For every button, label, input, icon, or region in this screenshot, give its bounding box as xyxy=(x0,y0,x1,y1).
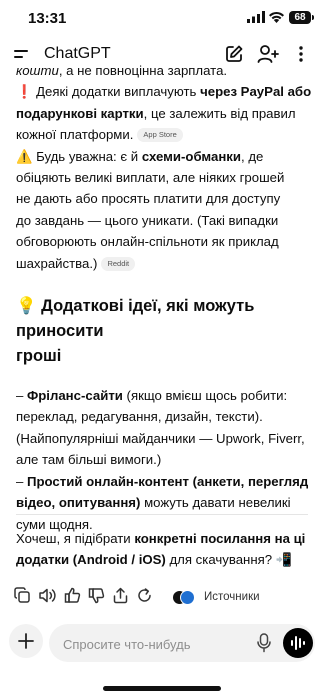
regenerate-icon[interactable] xyxy=(136,587,153,604)
home-indicator xyxy=(103,686,221,691)
source-favicon xyxy=(180,590,195,605)
cellular-signal-icon xyxy=(247,11,265,23)
thumbs-down-icon[interactable] xyxy=(88,587,105,604)
read-aloud-icon[interactable] xyxy=(38,587,56,604)
payment-note: ❗ Деякі додатки виплачують через PayPal … xyxy=(16,84,312,100)
sources-button[interactable]: Источники xyxy=(172,587,260,607)
lightbulb-icon: 💡 xyxy=(16,297,37,316)
warning-icon: ⚠️ xyxy=(16,148,33,164)
status-time: 13:31 xyxy=(28,10,67,27)
microphone-icon[interactable] xyxy=(256,633,272,653)
attach-button[interactable] xyxy=(9,624,43,658)
plus-icon xyxy=(18,633,34,649)
sources-label: Источники xyxy=(204,591,260,603)
source-chip-app-store[interactable]: App Store xyxy=(137,128,183,143)
thumbs-up-icon[interactable] xyxy=(64,587,81,604)
voice-mode-button[interactable] xyxy=(283,628,313,658)
mobile-arrow-icon: 📲 xyxy=(275,552,293,568)
exclamation-icon: ❗ xyxy=(16,84,33,100)
source-chip-reddit[interactable]: Reddit xyxy=(101,256,136,271)
wifi-icon xyxy=(269,11,284,23)
message-input[interactable] xyxy=(61,633,245,655)
share-icon[interactable] xyxy=(112,587,129,604)
battery-tip xyxy=(312,15,314,20)
voice-waveform-icon xyxy=(291,636,305,650)
list-item: – Простий онлайн-контент (анкети, перегл… xyxy=(16,473,309,489)
followup-question: Хочеш, я підібрати конкретні посилання н… xyxy=(16,531,306,568)
menu-icon[interactable] xyxy=(14,47,32,61)
section-heading: 💡 Додаткові ідеї, які можуть приносити xyxy=(16,297,255,341)
status-bar: 13:31 68 xyxy=(0,0,323,38)
composer xyxy=(49,624,315,662)
copy-icon[interactable] xyxy=(14,587,31,604)
scam-warning: ⚠️ Будь уважна: є й схеми-обманки, де xyxy=(16,148,264,164)
assistant-message: кошти, а не повноцінна зарплата. ❗ Деякі… xyxy=(16,60,311,535)
message-line: кошти, а не повноцінна зарплата. xyxy=(16,63,228,78)
divider xyxy=(16,514,308,515)
list-item: – Фріланс-сайти (якщо вмієш щось робити: xyxy=(16,388,288,404)
source-favicons xyxy=(172,590,195,605)
battery-icon: 68 xyxy=(289,11,311,24)
